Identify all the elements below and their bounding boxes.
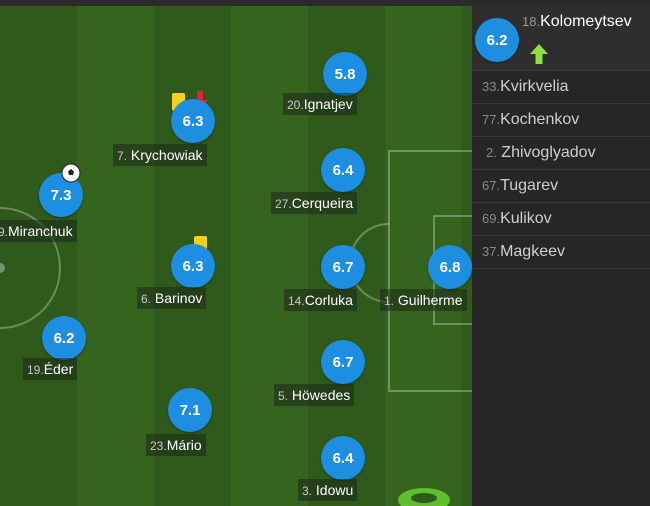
player-label: 1. Guilherme <box>380 289 467 311</box>
sub-number: 2. <box>486 145 497 160</box>
player-name: Corluka <box>304 292 353 308</box>
rating-badge: 5.8 <box>323 52 367 96</box>
featured-substitute[interactable]: 6.2 18.Kolomeytsev <box>472 6 650 71</box>
player-name: Barinov <box>154 290 203 306</box>
rating-badge: 6.2 <box>42 316 86 360</box>
player-number: 23. <box>150 439 167 453</box>
player-number: 19. <box>27 363 44 377</box>
substitute-row[interactable]: 67.Tugarev <box>472 170 650 203</box>
substitute-row[interactable]: 2. Zhivoglyadov <box>472 137 650 170</box>
player-name: Idowu <box>315 482 354 498</box>
rating-badge: 6.7 <box>321 245 365 289</box>
substitute-row[interactable]: 77.Kochenkov <box>472 104 650 137</box>
rating-badge: 6.2 <box>475 18 519 62</box>
player-name: Krychowiak <box>130 147 203 163</box>
rating-badge: 6.4 <box>321 148 365 192</box>
player-label: 3. Idowu <box>298 479 358 501</box>
player-name: Éder <box>43 361 74 377</box>
pitch: 5.8 20.Ignatjev 6.3 7. Krychowiak 7.3 9.… <box>0 6 472 506</box>
player-label: 23.Mário <box>146 434 206 456</box>
player-label: 20.Ignatjev <box>283 93 357 115</box>
player-label: 5. Höwedes <box>274 384 355 406</box>
sub-name: Magkeev <box>500 243 565 260</box>
player-number: 6. <box>141 292 152 306</box>
sub-name: Kochenkov <box>500 111 580 128</box>
sub-label: 18.Kolomeytsev <box>522 13 632 31</box>
rating-badge: 6.3 <box>171 99 215 143</box>
sub-number: 37. <box>482 244 501 259</box>
player-number: 3. <box>302 484 313 498</box>
sub-number: 77. <box>482 112 501 127</box>
rating-badge: 6.7 <box>321 340 365 384</box>
player-number: 27. <box>275 197 292 211</box>
player-name: Cerqueira <box>291 195 354 211</box>
rating-badge: 6.8 <box>428 245 472 289</box>
player-label: 27.Cerqueira <box>271 192 358 214</box>
sub-name: Kulikov <box>500 210 552 227</box>
goal-ball-icon <box>61 163 81 183</box>
rating-badge: 6.4 <box>321 436 365 480</box>
substitute-row[interactable]: 33.Kvirkvelia <box>472 71 650 104</box>
sub-name: Tugarev <box>500 177 559 194</box>
sub-name: Kvirkvelia <box>500 78 569 95</box>
player-label: 9.Miranchuk <box>0 220 77 242</box>
player-label: 14.Corluka <box>284 289 357 311</box>
player-label: 19.Éder <box>23 358 78 380</box>
sub-number: 18. <box>522 14 541 29</box>
sub-number: 67. <box>482 178 501 193</box>
sub-name: Kolomeytsev <box>540 13 632 30</box>
player-number: 14. <box>288 294 305 308</box>
sub-name: Zhivoglyadov <box>501 144 596 161</box>
sub-number: 33. <box>482 79 501 94</box>
substitute-row[interactable]: 37.Magkeev <box>472 236 650 269</box>
help-logo-icon <box>398 488 450 506</box>
sub-in-arrow-icon <box>530 44 548 64</box>
pitch-markings <box>0 150 472 506</box>
player-name: Mário <box>166 437 202 453</box>
player-number: 20. <box>287 98 304 112</box>
rating-badge: 7.1 <box>168 388 212 432</box>
player-name: Miranchuk <box>8 223 73 239</box>
player-name: Ignatjev <box>303 96 353 112</box>
player-label: 7. Krychowiak <box>113 144 207 166</box>
player-name: Guilherme <box>397 292 463 308</box>
rating-badge: 6.3 <box>171 244 215 288</box>
player-label: 6. Barinov <box>137 287 207 309</box>
player-number: 9. <box>0 225 9 239</box>
player-number: 7. <box>117 149 128 163</box>
player-number: 5. <box>278 389 289 403</box>
player-number: 1. <box>384 294 395 308</box>
substitute-row[interactable]: 69.Kulikov <box>472 203 650 236</box>
sub-number: 69. <box>482 211 501 226</box>
player-name: Höwedes <box>291 387 351 403</box>
substitutes-panel: 6.2 18.Kolomeytsev 33.Kvirkvelia 77.Koch… <box>472 6 650 506</box>
